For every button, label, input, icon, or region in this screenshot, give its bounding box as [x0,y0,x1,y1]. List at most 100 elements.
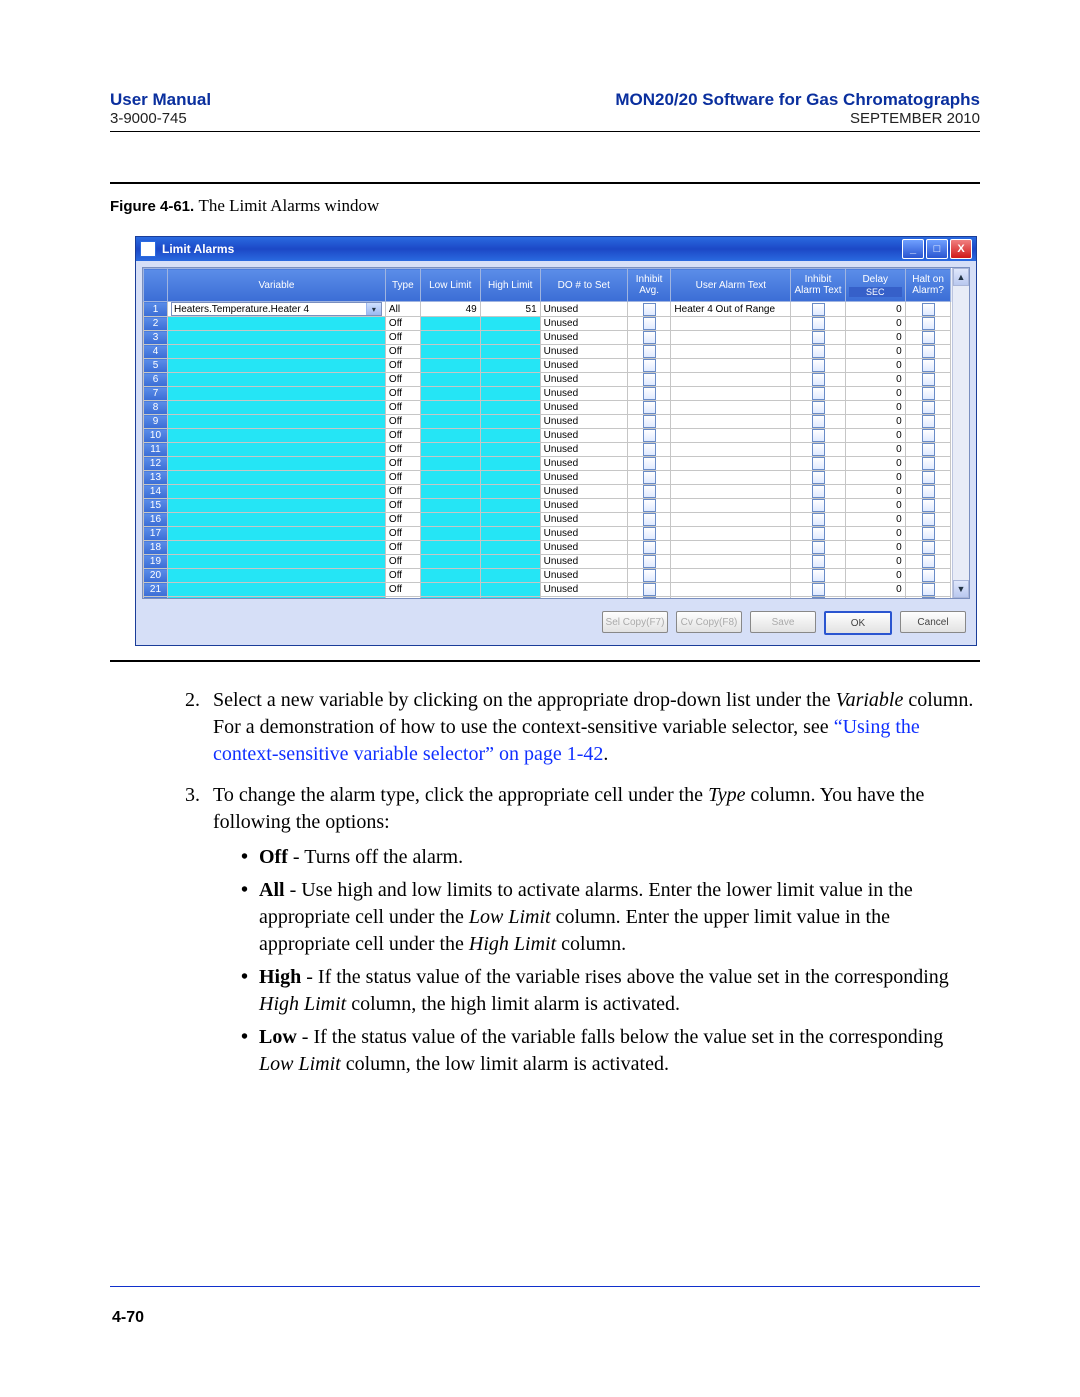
cell-variable[interactable] [167,513,385,527]
checkbox[interactable] [922,513,935,526]
cell-halt-on-alarm[interactable] [905,457,951,471]
cell-low-limit[interactable] [420,373,480,387]
cell-delay[interactable]: 0 [845,527,905,541]
minimize-button[interactable]: _ [902,239,924,259]
cell-inhibit-alarm-text[interactable] [791,317,845,331]
cell-inhibit-avg[interactable] [627,499,671,513]
cell-variable[interactable] [167,555,385,569]
checkbox[interactable] [812,485,825,498]
cell-delay[interactable]: 0 [845,302,905,317]
cell-halt-on-alarm[interactable] [905,471,951,485]
cell-high-limit[interactable] [480,387,540,401]
cell-type[interactable]: Off [385,569,420,583]
cell-high-limit[interactable] [480,345,540,359]
cell-high-limit[interactable] [480,415,540,429]
cell-user-alarm-text[interactable] [671,541,791,555]
sel-copy-button[interactable]: Sel Copy(F7) [602,611,668,633]
cell-high-limit[interactable] [480,555,540,569]
checkbox[interactable] [643,555,656,568]
cell-type[interactable]: Off [385,331,420,345]
cell-halt-on-alarm[interactable] [905,555,951,569]
cell-type[interactable]: Off [385,485,420,499]
table-row[interactable]: 11OffUnused0 [144,443,969,457]
cell-delay[interactable]: 0 [845,387,905,401]
cell-do-to-set[interactable]: Unused [540,597,627,599]
cell-user-alarm-text[interactable] [671,513,791,527]
cell-type[interactable]: Off [385,359,420,373]
table-row[interactable]: 14OffUnused0 [144,485,969,499]
cell-delay[interactable]: 0 [845,471,905,485]
table-row[interactable]: 6OffUnused0 [144,373,969,387]
checkbox[interactable] [643,359,656,372]
cell-user-alarm-text[interactable] [671,415,791,429]
cell-low-limit[interactable] [420,331,480,345]
cell-inhibit-alarm-text[interactable] [791,373,845,387]
col-delay[interactable]: Delay SEC [845,269,905,302]
cell-user-alarm-text[interactable] [671,373,791,387]
cell-delay[interactable]: 0 [845,485,905,499]
cell-variable[interactable] [167,527,385,541]
cell-variable[interactable] [167,443,385,457]
cell-inhibit-avg[interactable] [627,373,671,387]
cell-inhibit-alarm-text[interactable] [791,331,845,345]
cell-high-limit[interactable]: 51 [480,302,540,317]
cell-inhibit-alarm-text[interactable] [791,457,845,471]
cell-high-limit[interactable] [480,471,540,485]
cell-inhibit-avg[interactable] [627,331,671,345]
cell-halt-on-alarm[interactable] [905,302,951,317]
cell-inhibit-avg[interactable] [627,555,671,569]
cell-inhibit-alarm-text[interactable] [791,387,845,401]
table-row[interactable]: 12OffUnused0 [144,457,969,471]
cell-do-to-set[interactable]: Unused [540,471,627,485]
cell-low-limit[interactable] [420,429,480,443]
cell-user-alarm-text[interactable] [671,317,791,331]
cell-type[interactable]: Off [385,541,420,555]
cell-delay[interactable]: 0 [845,583,905,597]
table-row[interactable]: 18OffUnused0 [144,541,969,555]
cell-type[interactable]: Off [385,317,420,331]
cell-type[interactable]: Off [385,457,420,471]
checkbox[interactable] [922,345,935,358]
cell-high-limit[interactable] [480,527,540,541]
cell-low-limit[interactable] [420,345,480,359]
checkbox[interactable] [922,457,935,470]
cell-user-alarm-text[interactable] [671,345,791,359]
cell-high-limit[interactable] [480,513,540,527]
checkbox[interactable] [922,415,935,428]
cell-delay[interactable]: 0 [845,345,905,359]
cell-low-limit[interactable] [420,513,480,527]
cell-type[interactable]: Off [385,401,420,415]
cell-inhibit-avg[interactable] [627,345,671,359]
checkbox[interactable] [812,443,825,456]
cell-inhibit-avg[interactable] [627,387,671,401]
cell-halt-on-alarm[interactable] [905,541,951,555]
cell-type[interactable]: Off [385,597,420,599]
col-variable[interactable]: Variable [167,269,385,302]
col-halt-on-alarm[interactable]: Halt on Alarm? [905,269,951,302]
cell-variable[interactable] [167,569,385,583]
cell-delay[interactable]: 0 [845,569,905,583]
checkbox[interactable] [643,415,656,428]
table-row[interactable]: 22OffUnused0 [144,597,969,599]
checkbox[interactable] [643,331,656,344]
cell-variable[interactable] [167,317,385,331]
cell-user-alarm-text[interactable] [671,555,791,569]
checkbox[interactable] [922,303,935,316]
cell-inhibit-avg[interactable] [627,527,671,541]
cell-type[interactable]: Off [385,583,420,597]
cell-user-alarm-text[interactable] [671,527,791,541]
cell-type[interactable]: Off [385,443,420,457]
checkbox[interactable] [812,457,825,470]
cell-user-alarm-text[interactable] [671,583,791,597]
cell-inhibit-alarm-text[interactable] [791,569,845,583]
cell-delay[interactable]: 0 [845,443,905,457]
col-inhibit-avg[interactable]: Inhibit Avg. [627,269,671,302]
cell-type[interactable]: Off [385,513,420,527]
cell-delay[interactable]: 0 [845,499,905,513]
scroll-up-icon[interactable]: ▲ [953,268,969,286]
cell-low-limit[interactable]: 49 [420,302,480,317]
cell-do-to-set[interactable]: Unused [540,302,627,317]
checkbox[interactable] [643,471,656,484]
cell-halt-on-alarm[interactable] [905,373,951,387]
cell-do-to-set[interactable]: Unused [540,583,627,597]
